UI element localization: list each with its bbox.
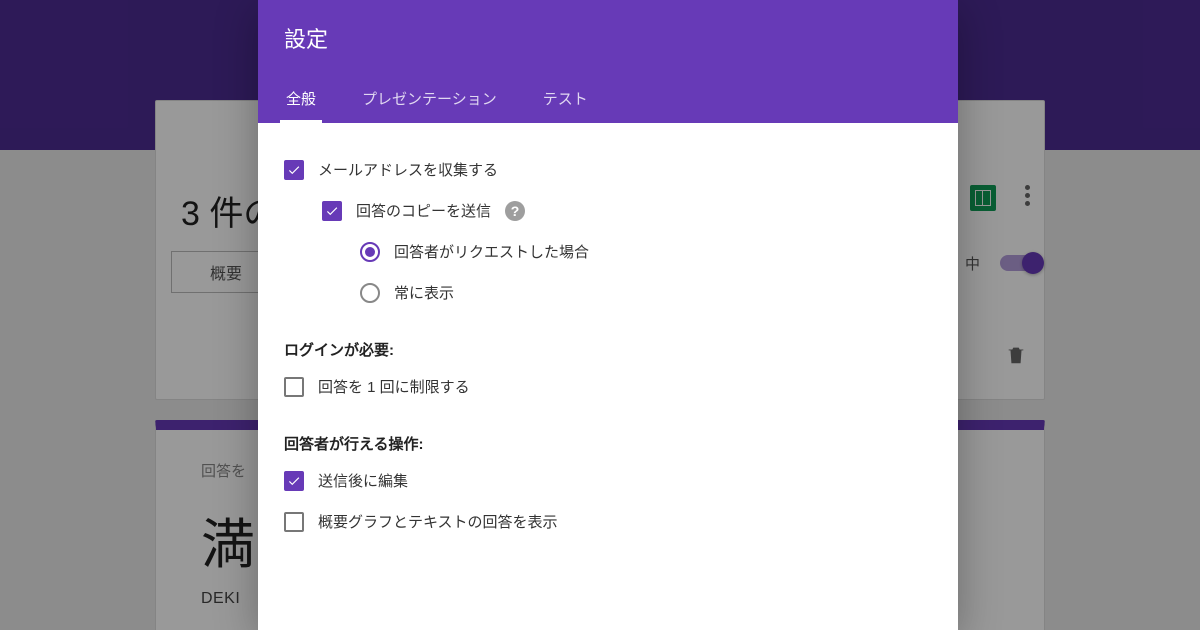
label-send-copy: 回答のコピーを送信 (356, 200, 491, 221)
modal-tabs: 全般 プレゼンテーション テスト (284, 78, 932, 123)
checkbox-edit-after-submit[interactable] (284, 471, 304, 491)
row-edit-after-submit: 送信後に編集 (284, 460, 932, 501)
tab-quiz-label: テスト (543, 91, 588, 108)
radio-on-request[interactable] (360, 242, 380, 262)
row-limit-one: 回答を 1 回に制限する (284, 366, 932, 407)
help-icon[interactable]: ? (505, 201, 525, 221)
modal-body: メールアドレスを収集する 回答のコピーを送信 ? 回答者がリクエストした場合 常… (258, 123, 958, 630)
row-radio-always: 常に表示 (284, 272, 932, 313)
checkbox-limit-one[interactable] (284, 377, 304, 397)
settings-modal: 設定 全般 プレゼンテーション テスト メールアドレスを収集する (258, 0, 958, 630)
label-radio-always: 常に表示 (394, 282, 454, 303)
check-icon (325, 204, 339, 218)
modal-title: 設定 (284, 22, 932, 54)
tab-general-label: 全般 (286, 91, 316, 108)
check-icon (287, 163, 301, 177)
check-icon (287, 474, 301, 488)
tab-quiz[interactable]: テスト (541, 78, 590, 123)
checkbox-see-summary[interactable] (284, 512, 304, 532)
label-limit-one: 回答を 1 回に制限する (318, 376, 470, 397)
tab-general[interactable]: 全般 (284, 78, 318, 123)
label-collect-email: メールアドレスを収集する (318, 159, 498, 180)
heading-login-required: ログインが必要: (284, 339, 932, 360)
tab-presentation-label: プレゼンテーション (362, 91, 497, 108)
modal-scroll[interactable]: メールアドレスを収集する 回答のコピーを送信 ? 回答者がリクエストした場合 常… (258, 123, 958, 630)
modal-header: 設定 全般 プレゼンテーション テスト (258, 0, 958, 123)
checkbox-collect-email[interactable] (284, 160, 304, 180)
tab-presentation[interactable]: プレゼンテーション (360, 78, 499, 123)
label-edit-after-submit: 送信後に編集 (318, 470, 408, 491)
checkbox-send-copy[interactable] (322, 201, 342, 221)
row-radio-on-request: 回答者がリクエストした場合 (284, 231, 932, 272)
label-see-summary: 概要グラフとテキストの回答を表示 (318, 511, 558, 532)
radio-always[interactable] (360, 283, 380, 303)
row-see-summary: 概要グラフとテキストの回答を表示 (284, 501, 932, 542)
label-radio-on-request: 回答者がリクエストした場合 (394, 241, 589, 262)
row-send-copy: 回答のコピーを送信 ? (284, 190, 932, 231)
row-collect-email: メールアドレスを収集する (284, 149, 932, 190)
heading-respondent-can: 回答者が行える操作: (284, 433, 932, 454)
